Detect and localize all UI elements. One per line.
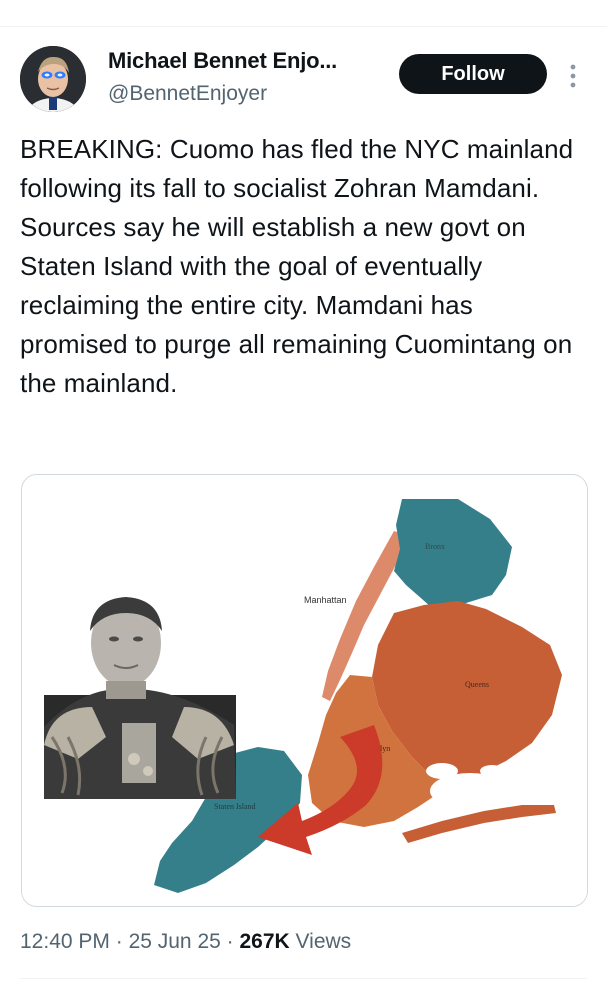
map-label-bronx: Bronx bbox=[425, 542, 445, 551]
author-handle[interactable]: @BennetEnjoyer bbox=[108, 82, 267, 106]
map-label-brooklyn: lyn bbox=[380, 744, 390, 753]
top-divider bbox=[0, 26, 607, 27]
author-display-name[interactable]: Michael Bennet Enjo... bbox=[108, 48, 388, 74]
tweet-metadata: 12:40 PM · 25 Jun 25 · 267K Views bbox=[20, 930, 351, 954]
avatar[interactable] bbox=[20, 46, 86, 112]
views-count[interactable]: 267K bbox=[239, 930, 289, 953]
tweet-time[interactable]: 12:40 PM bbox=[20, 930, 110, 953]
meta-separator: · bbox=[109, 930, 129, 953]
map-label-manhattan: Manhattan bbox=[304, 595, 347, 605]
bottom-divider bbox=[20, 978, 587, 979]
avatar-image bbox=[20, 46, 86, 112]
meta-separator: · bbox=[220, 930, 240, 953]
map-label-staten-island: Staten Island bbox=[214, 802, 256, 811]
tweet-text: BREAKING: Cuomo has fled the NYC mainlan… bbox=[20, 134, 574, 398]
views-label[interactable]: Views bbox=[296, 930, 352, 953]
tweet-date[interactable]: 25 Jun 25 bbox=[129, 930, 221, 953]
map-label-queens: Queens bbox=[465, 680, 489, 689]
more-options-icon[interactable] bbox=[566, 62, 580, 90]
tweet-media[interactable]: Bronx Manhattan Queens lyn Staten Island bbox=[21, 474, 588, 907]
follow-button[interactable]: Follow bbox=[399, 54, 547, 94]
nyc-map-image: Bronx Manhattan Queens lyn Staten Island bbox=[22, 475, 587, 906]
